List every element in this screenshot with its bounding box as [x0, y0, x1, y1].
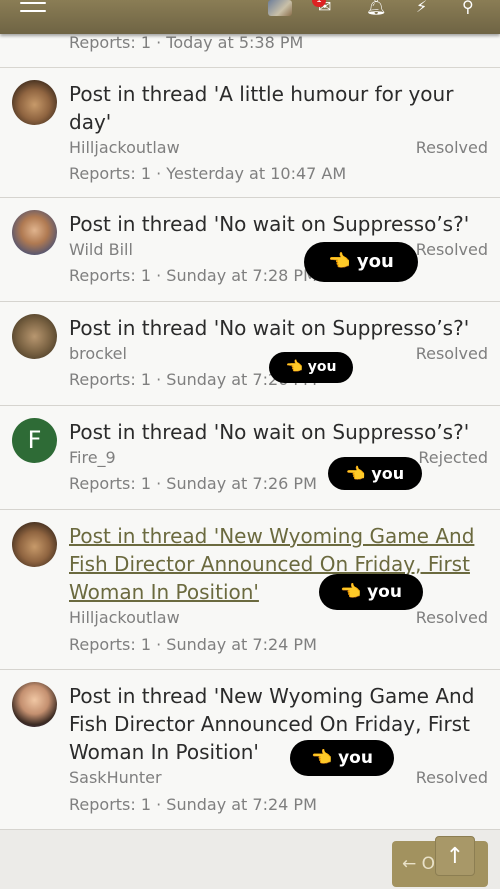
scroll-to-top-button[interactable]: ↑ [435, 836, 475, 876]
report-meta: Reports: 1 · Sunday at 7:24 PM [69, 635, 317, 654]
report-username[interactable]: Hilljackoutlaw [69, 608, 180, 627]
report-meta: Reports: 1 · Sunday at 7:28 PM [69, 266, 317, 285]
lightning-icon[interactable]: ⚡︎ [416, 0, 427, 16]
status-badge: Rejected [418, 448, 488, 467]
you-sticker: 👈 you [328, 457, 422, 490]
you-sticker: 👈 you [319, 574, 423, 610]
report-title[interactable]: Post in thread 'New Wyoming Game And Fis… [69, 682, 489, 766]
report-list: Reports: 1 · Today at 5:38 PM Post in th… [0, 34, 500, 830]
search-icon[interactable]: ⚲ [462, 0, 474, 16]
user-avatar[interactable] [268, 0, 292, 16]
report-title[interactable]: Post in thread 'No wait on Suppresso’s?' [69, 314, 489, 342]
report-username[interactable]: SaskHunter [69, 768, 162, 787]
list-item[interactable]: F Post in thread 'No wait on Suppresso’s… [0, 406, 500, 510]
report-meta: Reports: 1 · Sunday at 7:26 PM [69, 474, 317, 493]
status-badge: Resolved [415, 344, 488, 363]
avatar[interactable] [12, 682, 57, 727]
status-badge: Resolved [415, 240, 488, 259]
avatar[interactable] [12, 210, 57, 255]
report-username[interactable]: Hilljackoutlaw [69, 138, 180, 157]
you-sticker: 👈 you [269, 352, 353, 383]
list-item[interactable]: Post in thread 'New Wyoming Game And Fis… [0, 670, 500, 830]
report-title[interactable]: Post in thread 'No wait on Suppresso’s?' [69, 210, 489, 238]
list-item[interactable]: Post in thread 'New Wyoming Game And Fis… [0, 510, 500, 670]
status-badge: Resolved [415, 138, 488, 157]
list-item[interactable]: Post in thread 'No wait on Suppresso’s?'… [0, 302, 500, 406]
list-item[interactable]: Post in thread 'A little humour for your… [0, 68, 500, 198]
report-title[interactable]: Post in thread 'No wait on Suppresso’s?' [69, 418, 489, 446]
report-username[interactable]: brockel [69, 344, 127, 363]
list-item[interactable]: Reports: 1 · Today at 5:38 PM [0, 34, 500, 68]
list-item[interactable]: Post in thread 'No wait on Suppresso’s?'… [0, 198, 500, 302]
avatar[interactable]: F [12, 418, 57, 463]
you-sticker: 👈 you [290, 740, 394, 776]
status-badge: Resolved [415, 608, 488, 627]
bell-icon[interactable]: 🔔︎ [366, 0, 386, 16]
you-sticker: 👈 you [304, 242, 418, 282]
avatar[interactable] [12, 314, 57, 359]
avatar[interactable] [12, 522, 57, 567]
status-badge: Resolved [415, 768, 488, 787]
avatar[interactable] [12, 80, 57, 125]
menu-icon[interactable] [20, 2, 46, 20]
report-meta: Reports: 1 · Sunday at 7:24 PM [69, 795, 317, 814]
report-meta: Reports: 1 · Today at 5:38 PM [69, 33, 304, 52]
report-title[interactable]: Post in thread 'New Wyoming Game And Fis… [69, 522, 489, 606]
report-username[interactable]: Wild Bill [69, 240, 133, 259]
top-navigation-bar: ✉ 1 🔔︎ ⚡︎ ⚲ [0, 0, 500, 34]
report-meta: Reports: 1 · Yesterday at 10:47 AM [69, 164, 347, 183]
report-title[interactable]: Post in thread 'A little humour for your… [69, 80, 489, 136]
report-username[interactable]: Fire_9 [69, 448, 116, 467]
